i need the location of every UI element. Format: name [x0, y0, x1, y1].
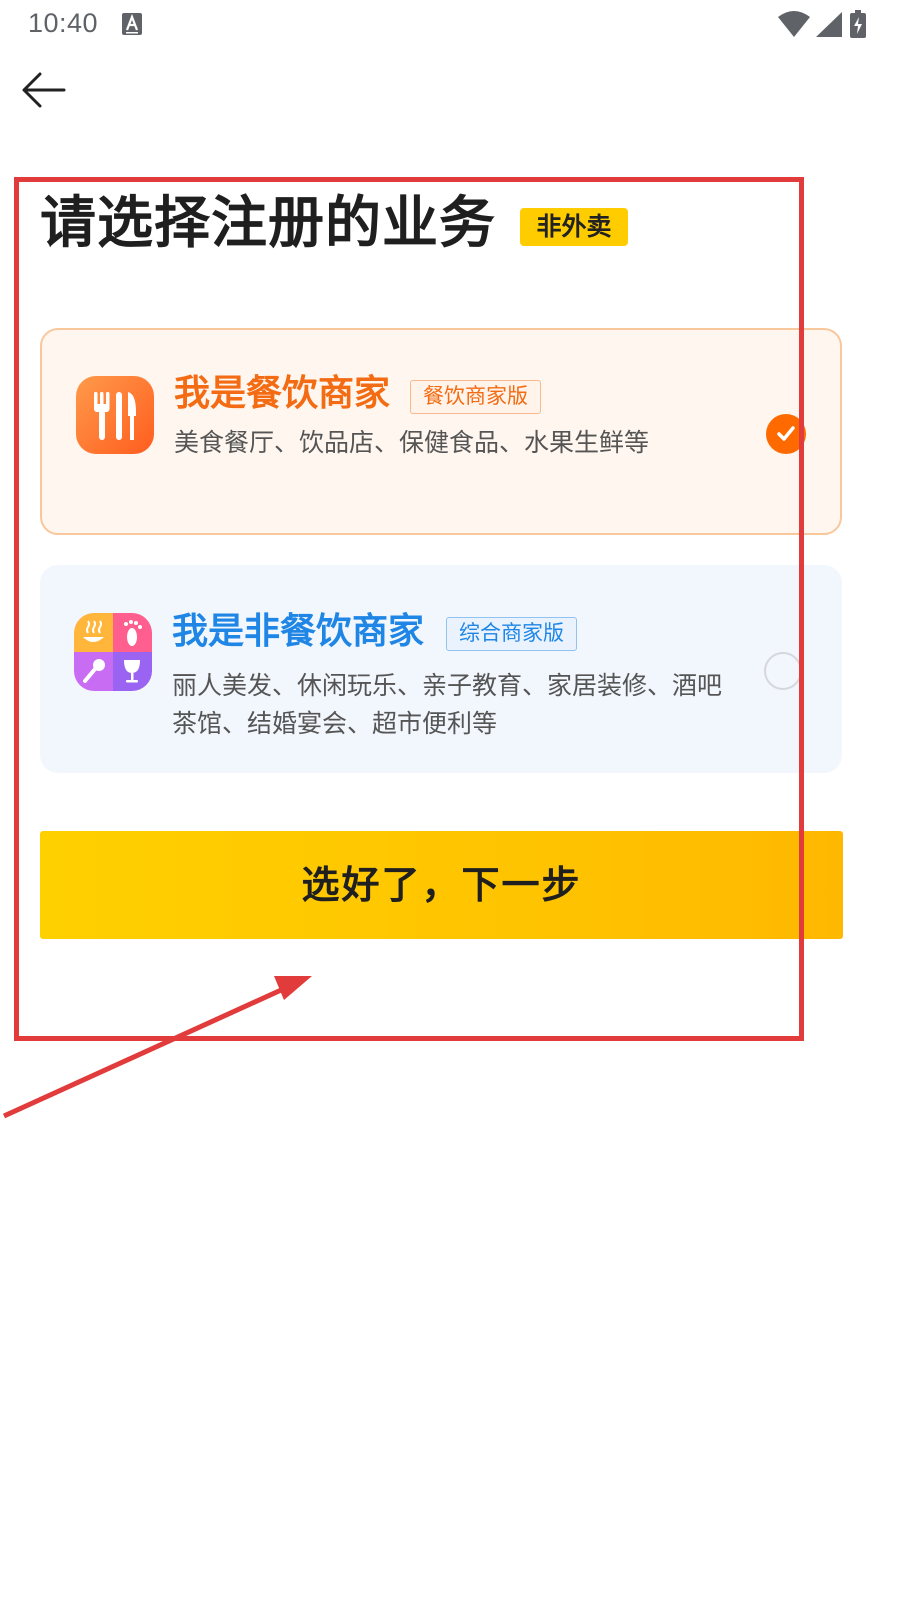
option-description: 丽人美发、休闲玩乐、亲子教育、家居装修、酒吧茶馆、结婚宴会、超市便利等 — [172, 671, 723, 738]
check-icon — [777, 426, 795, 441]
annotation-arrow-icon — [2, 976, 312, 1119]
wifi-icon — [778, 11, 810, 37]
option-tag: 综合商家版 — [446, 617, 577, 651]
option-card-noncatering[interactable]: 我是非餐饮商家 综合商家版 丽人美发、休闲玩乐、亲子教育、家居装修、酒吧茶馆、结… — [40, 565, 842, 773]
text-a-icon — [122, 13, 142, 35]
radio-unchecked[interactable] — [764, 652, 802, 690]
back-button[interactable] — [18, 66, 70, 114]
page: 10:40 请选择注册的业务 非外卖 我是餐饮商家 餐饮商家版 美食餐厅、饮品店… — [0, 0, 900, 1600]
option-description: 美食餐厅、饮品店、保健食品、水果生鲜等 — [174, 428, 650, 457]
option-title: 我是餐饮商家 — [174, 373, 391, 414]
title-badge: 非外卖 — [520, 208, 628, 246]
arrow-left-icon — [22, 72, 66, 108]
battery-charging-icon — [850, 10, 866, 38]
next-step-button[interactable]: 选好了，下一步 — [40, 831, 843, 939]
option-title: 我是非餐饮商家 — [172, 611, 425, 652]
status-time: 10:40 — [28, 8, 99, 38]
cell-signal-icon — [816, 12, 842, 37]
fork-knife-icon — [76, 376, 154, 454]
option-card-catering[interactable]: 我是餐饮商家 餐饮商家版 美食餐厅、饮品店、保健食品、水果生鲜等 — [40, 328, 842, 535]
status-icons — [778, 10, 878, 38]
status-bar: 10:40 — [0, 0, 900, 50]
multi-service-icon — [74, 613, 152, 691]
page-title: 请选择注册的业务 — [40, 191, 496, 256]
option-tag: 餐饮商家版 — [410, 380, 541, 414]
radio-checked[interactable] — [766, 414, 806, 454]
